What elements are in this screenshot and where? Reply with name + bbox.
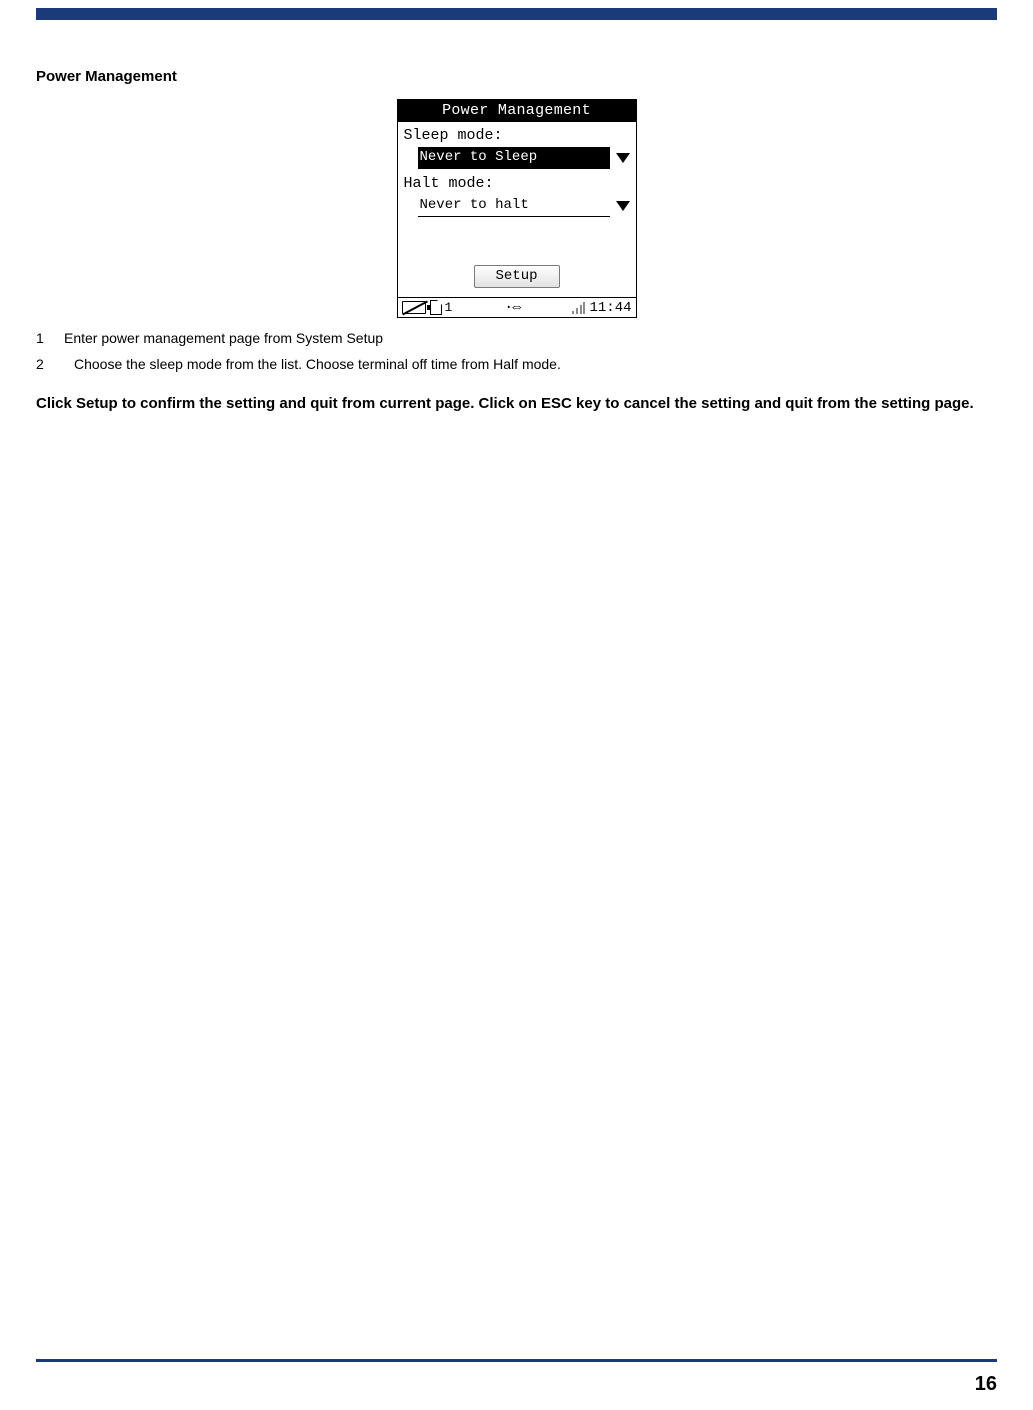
status-center: ·⇔ bbox=[504, 299, 520, 316]
halt-mode-row: Never to halt bbox=[404, 195, 630, 217]
list-number: 1 bbox=[36, 328, 64, 350]
status-time: 11:44 bbox=[589, 300, 631, 316]
list-item: 2 Choose the sleep mode from the list. C… bbox=[36, 354, 997, 376]
list-text: Choose the sleep mode from the list. Cho… bbox=[64, 354, 561, 376]
section-heading: Power Management bbox=[36, 68, 997, 85]
header-band bbox=[36, 8, 997, 20]
device-frame: Power Management Sleep mode: Never to Sl… bbox=[397, 99, 637, 318]
sleep-mode-label: Sleep mode: bbox=[404, 127, 630, 144]
chevron-down-icon[interactable] bbox=[616, 201, 630, 211]
status-right: 11:44 bbox=[572, 300, 631, 316]
halt-mode-dropdown[interactable]: Never to halt bbox=[418, 195, 610, 217]
footer-band bbox=[36, 1359, 997, 1362]
device-title-bar: Power Management bbox=[398, 100, 636, 122]
instruction-paragraph: Click Setup to confirm the setting and q… bbox=[36, 389, 997, 420]
list-number: 2 bbox=[36, 354, 64, 376]
device-spacer bbox=[404, 223, 630, 265]
list-item: 1 Enter power management page from Syste… bbox=[36, 328, 997, 350]
sleep-mode-dropdown[interactable]: Never to Sleep bbox=[418, 147, 610, 169]
list-text: Enter power management page from System … bbox=[64, 328, 383, 350]
halt-mode-label: Halt mode: bbox=[404, 175, 630, 192]
device-status-bar: 1 ·⇔ 11:44 bbox=[398, 297, 636, 317]
sleep-mode-row: Never to Sleep bbox=[404, 147, 630, 169]
setup-button-wrap: Setup bbox=[404, 265, 630, 291]
sync-icon: ·⇔ bbox=[504, 299, 520, 316]
chevron-down-icon[interactable] bbox=[616, 153, 630, 163]
page-number: 16 bbox=[975, 1373, 997, 1396]
page-content: Power Management Power Management Sleep … bbox=[36, 68, 997, 420]
device-body: Sleep mode: Never to Sleep Halt mode: Ne… bbox=[398, 122, 636, 297]
signal-icon bbox=[572, 301, 585, 314]
setup-button[interactable]: Setup bbox=[474, 265, 560, 288]
sim-icon bbox=[430, 300, 442, 315]
battery-icon bbox=[402, 301, 426, 314]
sim-slot-text: 1 bbox=[445, 300, 453, 315]
status-left: 1 bbox=[402, 300, 453, 315]
device-screenshot-wrap: Power Management Sleep mode: Never to Sl… bbox=[36, 99, 997, 318]
